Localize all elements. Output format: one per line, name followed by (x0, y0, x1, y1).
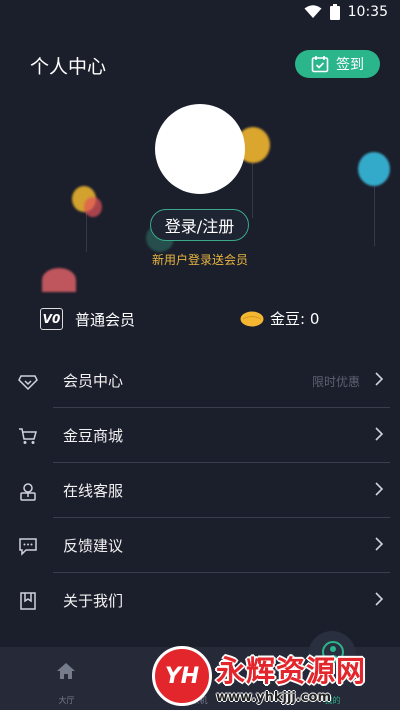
menu-item-label: 会员中心 (63, 372, 124, 390)
status-bar: 10:35 (0, 0, 400, 26)
login-register-button[interactable]: 登录/注册 (150, 209, 249, 241)
limited-offer-tag: 限时优惠 (311, 375, 360, 389)
home-icon (57, 663, 75, 679)
battery-icon (329, 4, 340, 20)
page-title: 个人中心 (30, 56, 107, 78)
status-time: 10:35 (347, 4, 388, 20)
avatar[interactable] (155, 104, 245, 194)
menu-item-online-support[interactable]: 在线客服 (0, 463, 400, 518)
chevron-right-icon (375, 427, 384, 441)
menu-item-label: 金豆商城 (63, 427, 124, 445)
customer-service-icon (20, 483, 36, 501)
signin-button[interactable]: 签到 (295, 50, 380, 78)
menu-item-label: 反馈建议 (63, 537, 124, 555)
chevron-right-icon (375, 537, 384, 551)
tab-label: 大厅 (58, 696, 75, 705)
watermark-url: www.yhkjjj.com (216, 689, 332, 705)
coins-label: 金豆: 0 (270, 310, 320, 328)
wifi-icon (304, 5, 322, 18)
chat-icon (19, 538, 37, 556)
watermark-logo: YH (152, 646, 212, 706)
tab-lobby[interactable]: 大厅 (0, 647, 133, 710)
bean-icon (240, 311, 264, 326)
chevron-right-icon (375, 372, 384, 386)
diamond-icon (18, 375, 38, 391)
watermark-title: 永辉资源网 (216, 653, 367, 688)
calendar-check-icon (311, 56, 329, 73)
login-promo-text: 新用户登录送会员 (151, 253, 248, 267)
menu-item-member-center[interactable]: 会员中心 限时优惠 (0, 353, 400, 408)
vip-badge: V0 (40, 308, 63, 330)
signin-label: 签到 (336, 57, 364, 73)
membership-level-label: 普通会员 (75, 310, 136, 329)
status-icons: 10:35 (304, 4, 388, 20)
coins-balance[interactable]: 金豆: 0 (240, 308, 319, 329)
bookmark-icon (20, 592, 36, 610)
menu-item-label: 关于我们 (63, 592, 124, 610)
menu-item-feedback[interactable]: 反馈建议 (0, 518, 400, 573)
chevron-right-icon (375, 592, 384, 606)
menu-item-label: 在线客服 (63, 482, 124, 500)
membership-level[interactable]: V0 普通会员 (40, 308, 135, 330)
cart-icon (19, 428, 37, 444)
chevron-right-icon (375, 482, 384, 496)
menu-item-coin-store[interactable]: 金豆商城 (0, 408, 400, 463)
watermark: YH 永辉资源网 www.yhkjjj.com (152, 645, 382, 707)
menu-item-about-us[interactable]: 关于我们 (0, 573, 400, 628)
